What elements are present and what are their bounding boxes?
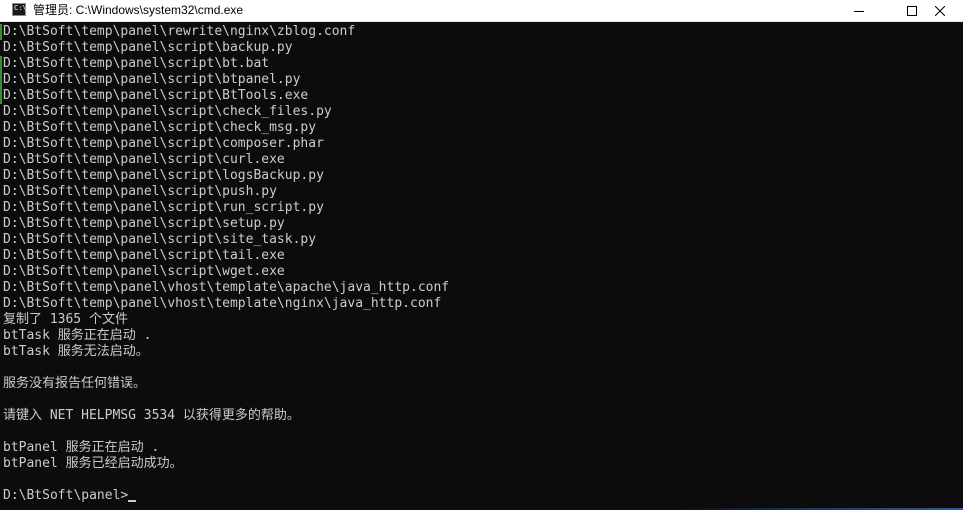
console-line: D:\BtSoft\temp\panel\script\push.py bbox=[3, 184, 277, 199]
console-line: D:\BtSoft\temp\panel\script\run_script.p… bbox=[3, 200, 324, 215]
console-line: D:\BtSoft\temp\panel\script\bt.bat bbox=[3, 56, 270, 71]
cmd-icon-glyph: C:\ bbox=[14, 4, 27, 12]
console-line: btTask 服务正在启动 . bbox=[3, 328, 152, 343]
console-line: D:\BtSoft\temp\panel\vhost\template\apac… bbox=[3, 280, 450, 295]
console-line: D:\BtSoft\temp\panel\rewrite\nginx\zblog… bbox=[3, 24, 356, 39]
cmd-icon[interactable]: C:\ bbox=[12, 3, 27, 16]
console-line: btPanel 服务正在启动 . bbox=[3, 440, 160, 455]
console-output[interactable]: D:\BtSoft\temp\panel\rewrite\nginx\zblog… bbox=[0, 24, 963, 508]
console-line: D:\BtSoft\temp\panel\script\tail.exe bbox=[3, 248, 285, 263]
console-line: 请键入 NET HELPMSG 3534 以获得更多的帮助。 bbox=[3, 408, 300, 423]
title-bar[interactable]: C:\ 管理员: C:\Windows\system32\cmd.exe bbox=[0, 0, 963, 22]
console-left-marker bbox=[0, 56, 2, 104]
window-title: 管理员: C:\Windows\system32\cmd.exe bbox=[33, 3, 244, 17]
console-line: D:\BtSoft\temp\panel\script\backup.py bbox=[3, 40, 293, 55]
console-line: D:\BtSoft\temp\panel\script\logsBackup.p… bbox=[3, 168, 324, 183]
command-prompt[interactable]: D:\BtSoft\panel> bbox=[3, 488, 963, 504]
close-icon bbox=[935, 5, 945, 16]
console-line: D:\BtSoft\temp\panel\script\check_msg.py bbox=[3, 120, 317, 135]
close-button[interactable] bbox=[917, 0, 963, 21]
console-line: D:\BtSoft\temp\panel\script\BtTools.exe bbox=[3, 88, 309, 103]
console-left-marker bbox=[0, 24, 2, 40]
text-cursor bbox=[128, 499, 137, 502]
console-line: D:\BtSoft\temp\panel\script\curl.exe bbox=[3, 152, 285, 167]
maximize-icon bbox=[907, 5, 917, 16]
console-line: D:\BtSoft\temp\panel\script\btpanel.py bbox=[3, 72, 301, 87]
console-line: D:\BtSoft\temp\panel\script\check_files.… bbox=[3, 104, 332, 119]
console-line: btPanel 服务已经启动成功。 bbox=[3, 456, 183, 471]
console-line: 复制了 1365 个文件 bbox=[3, 312, 128, 327]
console-line: D:\BtSoft\temp\panel\script\setup.py bbox=[3, 216, 285, 231]
prompt-text: D:\BtSoft\panel> bbox=[3, 488, 129, 503]
console-line: D:\BtSoft\temp\panel\script\site_task.py bbox=[3, 232, 317, 247]
console-line: D:\BtSoft\temp\panel\vhost\template\ngin… bbox=[3, 296, 442, 311]
cmd-window: C:\ 管理员: C:\Windows\system32\cmd.exe D:\… bbox=[0, 0, 963, 510]
console-line: 服务没有报告任何错误。 bbox=[3, 376, 147, 391]
console-line: D:\BtSoft\temp\panel\script\composer.pha… bbox=[3, 136, 324, 151]
console-line: D:\BtSoft\temp\panel\script\wget.exe bbox=[3, 264, 285, 279]
console-line: btTask 服务无法启动。 bbox=[3, 344, 149, 359]
minimize-button[interactable] bbox=[836, 0, 882, 21]
minimize-icon bbox=[854, 10, 864, 12]
